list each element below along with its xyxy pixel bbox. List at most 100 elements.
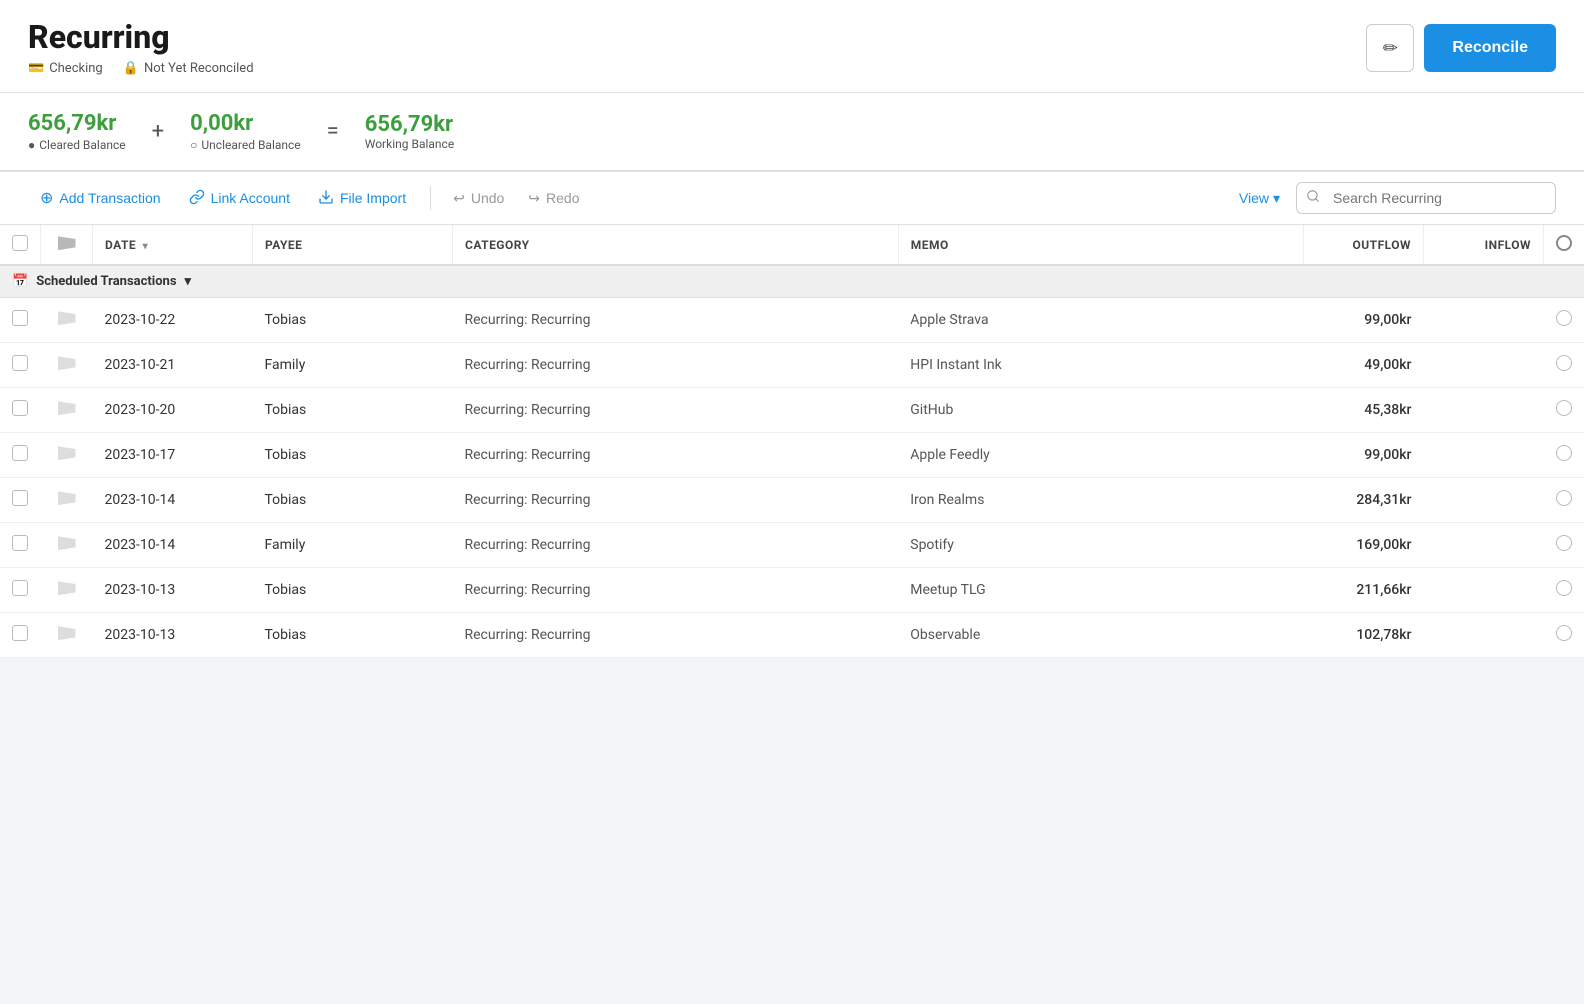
row-flag-icon [58,446,76,460]
transactions-table: DATE ▾ PAYEE CATEGORY MEMO OUTFLOW [0,225,1584,658]
undo-icon: ↩ [453,190,465,207]
row-cleared-icon[interactable] [1556,400,1572,416]
row-checkbox[interactable] [12,445,28,461]
row-cleared-icon[interactable] [1556,445,1572,461]
row-flag-cell [41,568,93,613]
row-memo: Iron Realms [898,478,1303,523]
row-date: 2023-10-22 [93,298,253,343]
row-inflow [1424,433,1544,478]
toolbar: ⊕ Add Transaction Link Account File Impo… [0,172,1584,225]
row-payee: Family [253,523,453,568]
row-checkbox[interactable] [12,625,28,641]
row-checkbox[interactable] [12,580,28,596]
row-date: 2023-10-13 [93,568,253,613]
row-cleared[interactable] [1544,478,1584,523]
row-cleared-icon[interactable] [1556,535,1572,551]
row-inflow [1424,388,1544,433]
date-column-label: DATE [105,238,136,252]
table-row[interactable]: 2023-10-13 Tobias Recurring: Recurring M… [0,568,1584,613]
row-checkbox[interactable] [12,535,28,551]
table-row[interactable]: 2023-10-13 Tobias Recurring: Recurring O… [0,613,1584,658]
row-checkbox[interactable] [12,400,28,416]
row-cleared-icon[interactable] [1556,355,1572,371]
group-header-scheduled[interactable]: 📅 Scheduled Transactions ▾ [0,265,1584,298]
edit-button[interactable]: ✏ [1366,24,1414,72]
link-account-button[interactable]: Link Account [177,183,302,214]
th-select-all[interactable] [0,225,41,265]
table-row[interactable]: 2023-10-14 Family Recurring: Recurring S… [0,523,1584,568]
reconcile-button[interactable]: Reconcile [1424,24,1556,72]
uncleared-label-text: Uncleared Balance [201,138,300,152]
cleared-icon: ● [28,138,35,152]
row-payee: Tobias [253,478,453,523]
row-category: Recurring: Recurring [453,523,899,568]
th-memo[interactable]: MEMO [898,225,1303,265]
row-date: 2023-10-13 [93,613,253,658]
page-title: Recurring [28,20,254,55]
row-cleared[interactable] [1544,343,1584,388]
view-label: View [1239,190,1269,206]
add-transaction-button[interactable]: ⊕ Add Transaction [28,182,173,214]
redo-button[interactable]: ↪ Redo [518,184,589,213]
row-outflow: 45,38kr [1304,388,1424,433]
redo-icon: ↪ [528,190,540,207]
table-row[interactable]: 2023-10-22 Tobias Recurring: Recurring A… [0,298,1584,343]
view-button[interactable]: View ▾ [1227,184,1292,213]
row-cleared-icon[interactable] [1556,310,1572,326]
row-outflow: 169,00kr [1304,523,1424,568]
row-memo: Spotify [898,523,1303,568]
row-checkbox[interactable] [12,490,28,506]
row-flag-cell [41,478,93,523]
row-cleared[interactable] [1544,523,1584,568]
row-flag-cell [41,613,93,658]
search-input[interactable] [1296,182,1556,214]
th-inflow[interactable]: INFLOW [1424,225,1544,265]
toolbar-divider [430,186,431,210]
row-cleared[interactable] [1544,568,1584,613]
row-cleared-icon[interactable] [1556,490,1572,506]
row-cleared-icon[interactable] [1556,625,1572,641]
table-row[interactable]: 2023-10-17 Tobias Recurring: Recurring A… [0,433,1584,478]
row-checkbox-cell [0,343,41,388]
balance-bar: 656,79kr ● Cleared Balance + 0,00kr ○ Un… [0,93,1584,172]
row-outflow: 99,00kr [1304,433,1424,478]
th-payee[interactable]: PAYEE [253,225,453,265]
undo-button[interactable]: ↩ Undo [443,184,514,213]
uncleared-label: ○ Uncleared Balance [190,138,301,152]
row-cleared-icon[interactable] [1556,580,1572,596]
table-row[interactable]: 2023-10-21 Family Recurring: Recurring H… [0,343,1584,388]
th-category[interactable]: CATEGORY [453,225,899,265]
reconcile-status: Not Yet Reconciled [144,61,254,76]
select-all-checkbox[interactable] [12,235,28,251]
cleared-balance: 656,79kr ● Cleared Balance [28,111,126,152]
row-flag-icon [58,536,76,550]
account-label: Checking [49,61,103,76]
row-cleared[interactable] [1544,388,1584,433]
row-cleared[interactable] [1544,298,1584,343]
row-flag-cell [41,388,93,433]
row-payee: Tobias [253,298,453,343]
row-memo: Observable [898,613,1303,658]
file-import-label: File Import [340,190,406,206]
inflow-column-label: INFLOW [1485,238,1531,252]
lock-icon: 🔒 [123,61,139,76]
table-container: DATE ▾ PAYEE CATEGORY MEMO OUTFLOW [0,225,1584,658]
row-flag-icon [58,401,76,415]
pencil-icon: ✏ [1383,38,1398,59]
link-account-label: Link Account [211,190,290,206]
th-date[interactable]: DATE ▾ [93,225,253,265]
working-balance: 656,79kr Working Balance [365,112,454,151]
row-cleared[interactable] [1544,433,1584,478]
row-checkbox[interactable] [12,355,28,371]
reconcile-status-meta: 🔒 Not Yet Reconciled [123,61,254,76]
row-cleared[interactable] [1544,613,1584,658]
th-outflow[interactable]: OUTFLOW [1304,225,1424,265]
file-import-button[interactable]: File Import [306,183,418,214]
table-row[interactable]: 2023-10-14 Tobias Recurring: Recurring I… [0,478,1584,523]
table-row[interactable]: 2023-10-20 Tobias Recurring: Recurring G… [0,388,1584,433]
row-payee: Family [253,343,453,388]
row-inflow [1424,568,1544,613]
plus-op: + [144,119,172,144]
row-checkbox[interactable] [12,310,28,326]
group-chevron-icon: ▾ [185,274,192,289]
